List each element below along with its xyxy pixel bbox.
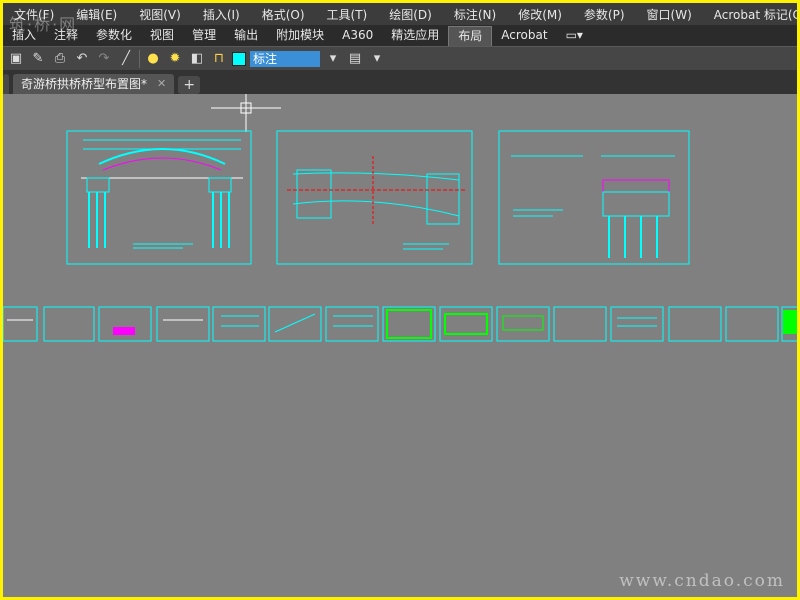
layer-state-icon[interactable]: ▤ [346,50,364,68]
undo-icon[interactable]: ↶ [73,50,91,68]
toolbar-separator [139,49,140,68]
close-icon[interactable]: ✕ [157,74,166,94]
tab-a360[interactable]: A360 [333,26,382,45]
menu-draw[interactable]: 绘图(D) [378,6,443,23]
layer-dropdown[interactable]: 标注 [250,50,320,67]
menu-bar: 文件(F) 编辑(E) 视图(V) 插入(I) 格式(O) 工具(T) 绘图(D… [3,3,797,25]
menu-file[interactable]: 文件(F) [3,6,65,23]
menu-tools[interactable]: 工具(T) [316,6,379,23]
chevron-down-icon[interactable]: ▾ [324,50,342,68]
menu-format[interactable]: 格式(O) [251,6,316,23]
layer-icon[interactable]: ◧ [188,50,206,68]
tab-output[interactable]: 输出 [225,26,267,45]
save-icon[interactable]: ▣ [7,50,25,68]
print-icon[interactable]: ⎙ [51,50,69,68]
lock-icon[interactable]: ⊓ [210,50,228,68]
tab-parametric[interactable]: 参数化 [87,26,141,45]
save-as-icon[interactable]: ✎ [29,50,47,68]
layer-color-swatch [232,51,246,66]
tab-manage[interactable]: 管理 [183,26,225,45]
crosshair-cursor [211,94,281,132]
document-tabs: 奇游桥拱桥桥型布置图* ✕ + [3,70,797,94]
document-tab-label: 奇游桥拱桥桥型布置图* [21,77,148,91]
tab-acrobat[interactable]: Acrobat [492,26,556,45]
ribbon-tabs: 插入 注释 参数化 视图 管理 输出 附加模块 A360 精选应用 布局 Acr… [3,25,797,46]
tab-insert[interactable]: 插入 [3,26,45,45]
drawing-area [3,94,797,342]
tab-view[interactable]: 视图 [141,26,183,45]
drawing-sheet-elevation [66,130,252,265]
menu-modify[interactable]: 修改(M) [507,6,573,23]
tab-addins[interactable]: 附加模块 [267,26,333,45]
sun-icon[interactable]: ✹ [166,50,184,68]
tab-annotate[interactable]: 注释 [45,26,87,45]
quick-toolbar: ▣ ✎ ⎙ ↶ ↷ ╱ ● ✹ ◧ ⊓ 标注 ▾ ▤ ▾ [3,46,797,70]
thumbnail-sheets [3,306,797,342]
start-tab[interactable] [3,74,9,94]
watermark-bottom: www.cndao.com [619,571,785,591]
drawing-sheet-plan [276,130,473,265]
menu-edit[interactable]: 编辑(E) [65,6,128,23]
tab-layout[interactable]: 布局 [448,25,493,46]
tab-featured-apps[interactable]: 精选应用 [382,26,448,45]
menu-parameters[interactable]: 参数(P) [573,6,636,23]
menu-insert[interactable]: 插入(I) [192,6,251,23]
menu-window[interactable]: 窗口(W) [636,6,703,23]
bulb-icon[interactable]: ● [144,50,162,68]
document-tab[interactable]: 奇游桥拱桥桥型布置图* ✕ [13,74,175,94]
thumbnail-highlights [7,309,797,339]
new-tab-icon[interactable]: + [178,76,201,94]
menu-acrobat[interactable]: Acrobat 标记(C) [703,6,797,23]
ribbon-options-icon[interactable]: ▭▾ [557,26,592,45]
menu-view[interactable]: 视图(V) [128,6,192,23]
drawing-canvas[interactable] [3,94,797,597]
drawing-sheet-section [498,130,690,265]
line-tool-icon[interactable]: ╱ [117,50,135,68]
menu-dimension[interactable]: 标注(N) [443,6,507,23]
toolbar-more-icon[interactable]: ▾ [368,50,386,68]
redo-icon[interactable]: ↷ [95,50,113,68]
application-window: 文件(F) 编辑(E) 视图(V) 插入(I) 格式(O) 工具(T) 绘图(D… [3,3,797,597]
